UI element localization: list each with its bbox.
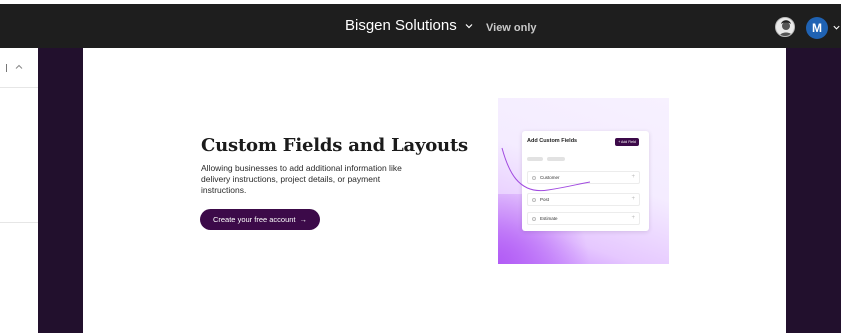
hero-heading: Custom Fields and Layouts: [201, 135, 468, 156]
chevron-up-icon[interactable]: [14, 62, 24, 72]
top-bar-edge: [0, 4, 8, 48]
plus-icon: +: [631, 174, 635, 180]
create-account-button[interactable]: Create your free account →: [200, 209, 320, 230]
user-photo-avatar[interactable]: [775, 17, 795, 37]
plus-icon: +: [631, 196, 635, 202]
slide-content: [83, 48, 786, 333]
decorative-swoosh: [501, 147, 591, 192]
left-dark-border: [38, 48, 83, 333]
chevron-down-icon: [463, 20, 475, 32]
plus-icon: +: [631, 215, 635, 221]
field-label: Estimate: [540, 216, 558, 221]
left-side-panel: [0, 48, 38, 333]
arrow-right-icon: →: [299, 215, 308, 224]
create-account-label: Create your free account: [212, 215, 296, 224]
hero-description: Allowing businesses to add additional in…: [201, 163, 402, 195]
account-menu-chevron-icon[interactable]: [832, 23, 841, 32]
add-field-button: + Add Field: [615, 138, 639, 146]
workspace-title: Bisgen Solutions: [345, 17, 457, 34]
workspace-switcher[interactable]: Bisgen Solutions: [345, 17, 475, 34]
view-mode-label: View only: [486, 22, 537, 34]
user-avatar[interactable]: M: [806, 17, 828, 39]
field-row: Estimate +: [527, 212, 640, 225]
field-radio-icon: [532, 217, 536, 221]
left-panel-row: [0, 88, 38, 223]
right-dark-border: [786, 48, 841, 333]
left-panel-marker: [6, 64, 7, 72]
